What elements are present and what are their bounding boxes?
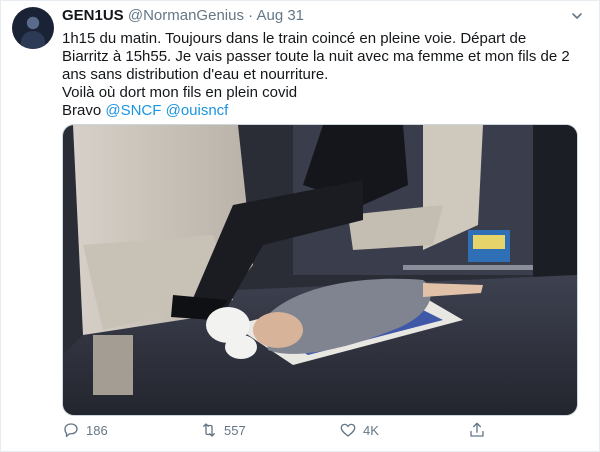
retweet-count: 557 [224,422,246,438]
separator-dot: · [248,7,254,24]
author-handle[interactable]: @NormanGenius [128,7,244,24]
share-button[interactable] [468,421,486,439]
like-count: 4K [363,422,379,438]
reply-count: 186 [86,422,108,438]
mention-ouisncf[interactable]: @ouisncf [166,102,229,119]
share-icon [470,422,484,437]
author-name[interactable]: GEN1US [62,7,124,24]
tweet-actions: 186 557 4K [62,421,582,445]
heart-icon [340,423,356,437]
mention-sncf[interactable]: @SNCF [105,102,161,119]
tweet-text-line: 1h15 du matin. Toujours dans le train co… [62,30,527,47]
chevron-down-icon[interactable] [571,10,583,22]
bravo-text: Bravo [62,102,106,119]
tweet-text-line: Voilà où dort mon fils en plein covid [62,84,298,101]
tweet-text-line: Bravo @SNCF @ouisncf [62,102,582,120]
retweet-button[interactable]: 557 [200,421,246,439]
reply-button[interactable]: 186 [62,421,108,439]
tweet-photo[interactable] [62,124,578,416]
tweet-card[interactable]: GEN1US @NormanGenius · Aug 31 1h15 du ma… [0,0,600,452]
tweet-text-line: Biarritz à 15h55. Je vais passer toute l… [62,48,570,65]
retweet-icon [203,423,215,437]
tweet-text-line: ans sans distribution d'eau et nourritur… [62,66,329,83]
tweet-header: GEN1US @NormanGenius · Aug 31 [62,6,304,26]
train-floor-photo [63,125,577,415]
avatar[interactable] [12,7,54,49]
like-button[interactable]: 4K [339,421,379,439]
tweet-date[interactable]: Aug 31 [256,7,304,24]
reply-icon [64,423,78,438]
tweet-text: 1h15 du matin. Toujours dans le train co… [62,30,582,120]
